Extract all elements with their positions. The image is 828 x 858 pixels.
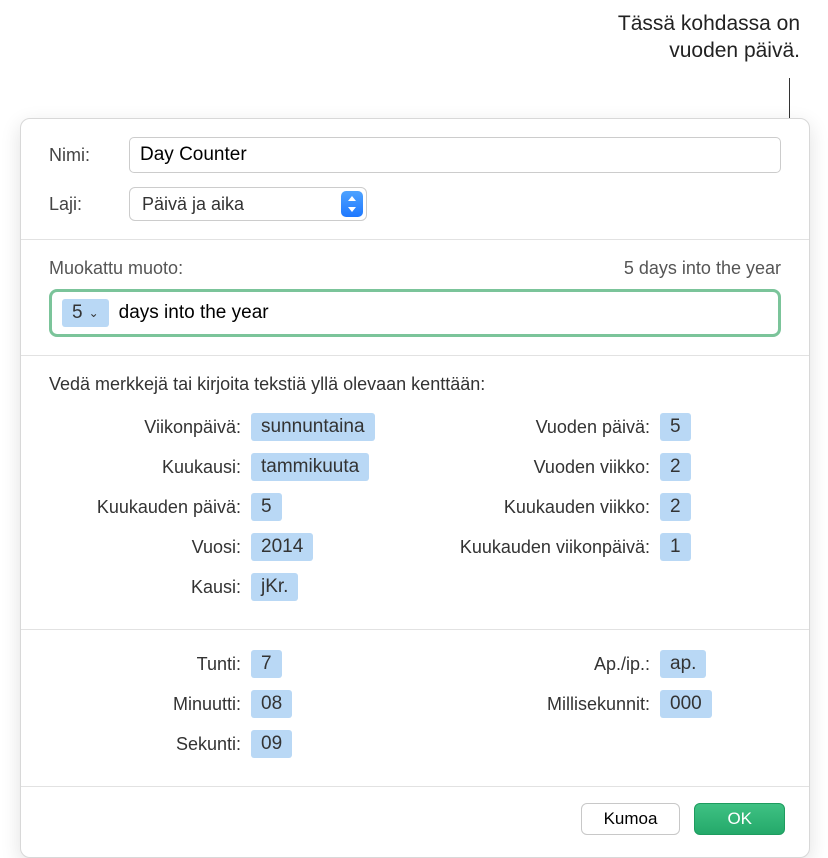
millisecond-token[interactable]: 000 (660, 690, 712, 718)
time-tokens-section: Tunti:7 Minuutti:08 Sekunti:09 Ap./ip.:a… (21, 629, 809, 786)
dialog-footer: Kumoa OK (21, 786, 809, 857)
format-field[interactable]: 5 ⌄ (49, 289, 781, 337)
era-label: Kausi: (49, 577, 251, 598)
hour-label: Tunti: (49, 654, 251, 675)
day-of-year-token[interactable]: 5 (660, 413, 691, 441)
callout-line-1: Tässä kohdassa on (618, 12, 800, 35)
day-of-month-label: Kuukauden päivä: (49, 497, 251, 518)
name-input[interactable] (129, 137, 781, 173)
date-tokens-right: Vuoden päivä:5 Vuoden viikko:2 Kuukauden… (430, 411, 781, 611)
era-token[interactable]: jKr. (251, 573, 298, 601)
year-token[interactable]: 2014 (251, 533, 313, 561)
format-section: Muokattu muoto: 5 days into the year 5 ⌄ (21, 239, 809, 355)
second-label: Sekunti: (49, 734, 251, 755)
month-label: Kuukausi: (49, 457, 251, 478)
weekday-token[interactable]: sunnuntaina (251, 413, 375, 441)
cancel-button[interactable]: Kumoa (581, 803, 681, 835)
week-of-month-token[interactable]: 2 (660, 493, 691, 521)
date-tokens-section: Vedä merkkejä tai kirjoita tekstiä yllä … (21, 355, 809, 629)
month-token[interactable]: tammikuuta (251, 453, 369, 481)
format-text-input[interactable] (119, 302, 768, 324)
week-of-year-label: Vuoden viikko: (430, 457, 660, 478)
header-section: Nimi: Laji: Päivä ja aika (21, 119, 809, 239)
weekday-of-month-token[interactable]: 1 (660, 533, 691, 561)
weekday-label: Viikonpäivä: (49, 417, 251, 438)
week-of-year-token[interactable]: 2 (660, 453, 691, 481)
time-tokens-right: Ap./ip.:ap. Millisekunnit:000 (430, 648, 781, 768)
chevron-updown-icon (341, 191, 363, 217)
minute-label: Minuutti: (49, 694, 251, 715)
date-tokens-left: Viikonpäivä:sunnuntaina Kuukausi:tammiku… (49, 411, 400, 611)
second-token[interactable]: 09 (251, 730, 292, 758)
name-label: Nimi: (49, 145, 117, 166)
millisecond-label: Millisekunnit: (430, 694, 660, 715)
week-of-month-label: Kuukauden viikko: (430, 497, 660, 518)
custom-format-label: Muokattu muoto: (49, 258, 183, 279)
format-token-value: 5 (72, 302, 83, 324)
ampm-token[interactable]: ap. (660, 650, 706, 678)
instruction-label: Vedä merkkejä tai kirjoita tekstiä yllä … (49, 374, 781, 395)
ok-button[interactable]: OK (694, 803, 785, 835)
day-of-month-token[interactable]: 5 (251, 493, 282, 521)
weekday-of-month-label: Kuukauden viikonpäivä: (430, 537, 660, 558)
ampm-label: Ap./ip.: (430, 654, 660, 675)
format-preview: 5 days into the year (624, 258, 781, 279)
year-label: Vuosi: (49, 537, 251, 558)
format-token-day-of-year[interactable]: 5 ⌄ (62, 299, 109, 327)
time-tokens-left: Tunti:7 Minuutti:08 Sekunti:09 (49, 648, 400, 768)
callout-annotation: Tässä kohdassa on vuoden päivä. (618, 10, 800, 65)
type-select-value: Päivä ja aika (130, 194, 341, 215)
day-of-year-label: Vuoden päivä: (430, 417, 660, 438)
type-label: Laji: (49, 194, 117, 215)
callout-line-2: vuoden päivä. (669, 39, 800, 62)
chevron-down-icon: ⌄ (89, 306, 99, 320)
hour-token[interactable]: 7 (251, 650, 282, 678)
format-dialog: Nimi: Laji: Päivä ja aika Muokattu muoto… (20, 118, 810, 858)
minute-token[interactable]: 08 (251, 690, 292, 718)
type-select[interactable]: Päivä ja aika (129, 187, 367, 221)
